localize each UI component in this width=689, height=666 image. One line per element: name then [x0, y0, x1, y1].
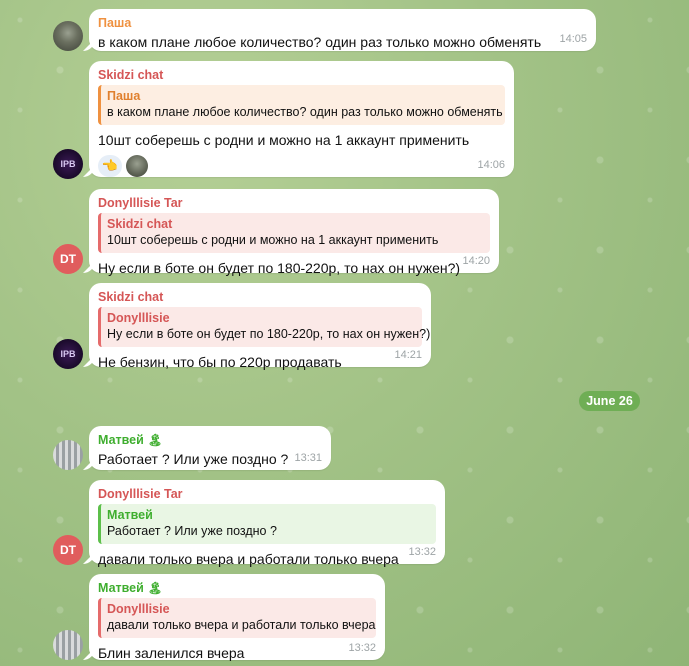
- message-bubble[interactable]: Skidzi chat Donylllisie Ну если в боте о…: [89, 283, 431, 370]
- palm-tree-icon: 🏝: [147, 581, 163, 595]
- reply-text: Работает ? Или уже поздно ?: [107, 524, 277, 538]
- message-time: 13:32: [348, 642, 376, 654]
- reply-sender: Паша: [107, 89, 141, 103]
- message-time: 14:06: [477, 159, 505, 171]
- message-bubble[interactable]: Паша в каком плане любое количество? оди…: [89, 9, 596, 51]
- message-text: Блин заленился вчера: [98, 645, 245, 661]
- message-text: в каком плане любое количество? один раз…: [98, 34, 542, 50]
- reactions: 👈: [98, 155, 505, 177]
- reply-quote[interactable]: Матвей Работает ? Или уже поздно ?: [98, 504, 436, 544]
- sender-name[interactable]: Donylllisie Tar: [98, 487, 436, 501]
- reply-quote[interactable]: Donylllisie Ну если в боте он будет по 1…: [98, 307, 431, 347]
- sender-name: Матвей: [98, 433, 144, 447]
- message-text: давали только вчера и работали только вч…: [98, 551, 399, 567]
- reply-sender: Skidzi chat: [107, 217, 173, 231]
- sender-name[interactable]: Donylllisie Tar: [98, 196, 490, 210]
- sender-name[interactable]: Skidzi chat: [98, 290, 422, 304]
- avatar[interactable]: DT: [53, 535, 83, 565]
- avatar[interactable]: IPB: [53, 339, 83, 369]
- message-bubble[interactable]: Матвей 🏝 Donylllisie давали только вчера…: [89, 574, 385, 661]
- reply-sender: Donylllisie: [107, 602, 170, 616]
- message-text: Работает ? Или уже поздно ?: [98, 451, 289, 467]
- avatar[interactable]: DT: [53, 244, 83, 274]
- message-bubble[interactable]: Skidzi chat Паша в каком плане любое кол…: [89, 61, 514, 177]
- reply-quote[interactable]: Donylllisie давали только вчера и работа…: [98, 598, 376, 638]
- sender-name-row[interactable]: Матвей 🏝: [98, 581, 376, 595]
- message-bubble[interactable]: Матвей 🏝 Работает ? Или уже поздно ? 13:…: [89, 426, 331, 470]
- date-separator[interactable]: June 26: [579, 391, 640, 411]
- reply-quote[interactable]: Паша в каком плане любое количество? оди…: [98, 85, 505, 125]
- message-time: 14:05: [559, 33, 587, 45]
- avatar[interactable]: IPB: [53, 149, 83, 179]
- avatar[interactable]: [53, 440, 83, 470]
- sender-name[interactable]: Паша: [98, 16, 587, 30]
- sender-name: Матвей: [98, 581, 144, 595]
- reply-text: давали только вчера и работали только вч…: [107, 618, 376, 632]
- avatar[interactable]: [53, 21, 83, 51]
- message-text: 10шт соберешь с родни и можно на 1 аккау…: [98, 132, 470, 148]
- reply-sender: Матвей: [107, 508, 153, 522]
- palm-tree-icon: 🏝: [147, 433, 163, 447]
- message-bubble[interactable]: Donylllisie Tar Skidzi chat 10шт собереш…: [89, 189, 499, 276]
- reply-text: в каком плане любое количество? один раз…: [107, 105, 503, 119]
- reply-text: 10шт соберешь с родни и можно на 1 аккау…: [107, 233, 439, 247]
- message-time: 13:32: [408, 546, 436, 558]
- reply-sender: Donylllisie: [107, 311, 170, 325]
- avatar[interactable]: [53, 630, 83, 660]
- message-time: 13:31: [294, 452, 322, 464]
- message-text: Ну если в боте он будет по 180-220р, то …: [98, 260, 461, 276]
- reactor-avatar: [126, 155, 148, 177]
- message-text: Не бензин, что бы по 220р продавать: [98, 354, 342, 370]
- message-bubble[interactable]: Donylllisie Tar Матвей Работает ? Или уж…: [89, 480, 445, 567]
- reply-quote[interactable]: Skidzi chat 10шт соберешь с родни и можн…: [98, 213, 490, 253]
- sender-name-row[interactable]: Матвей 🏝: [98, 433, 322, 447]
- message-time: 14:21: [394, 349, 422, 361]
- message-time: 14:20: [462, 255, 490, 267]
- reaction-pointing-left-icon[interactable]: 👈: [98, 155, 122, 177]
- sender-name[interactable]: Skidzi chat: [98, 68, 505, 82]
- reply-text: Ну если в боте он будет по 180-220р, то …: [107, 327, 431, 341]
